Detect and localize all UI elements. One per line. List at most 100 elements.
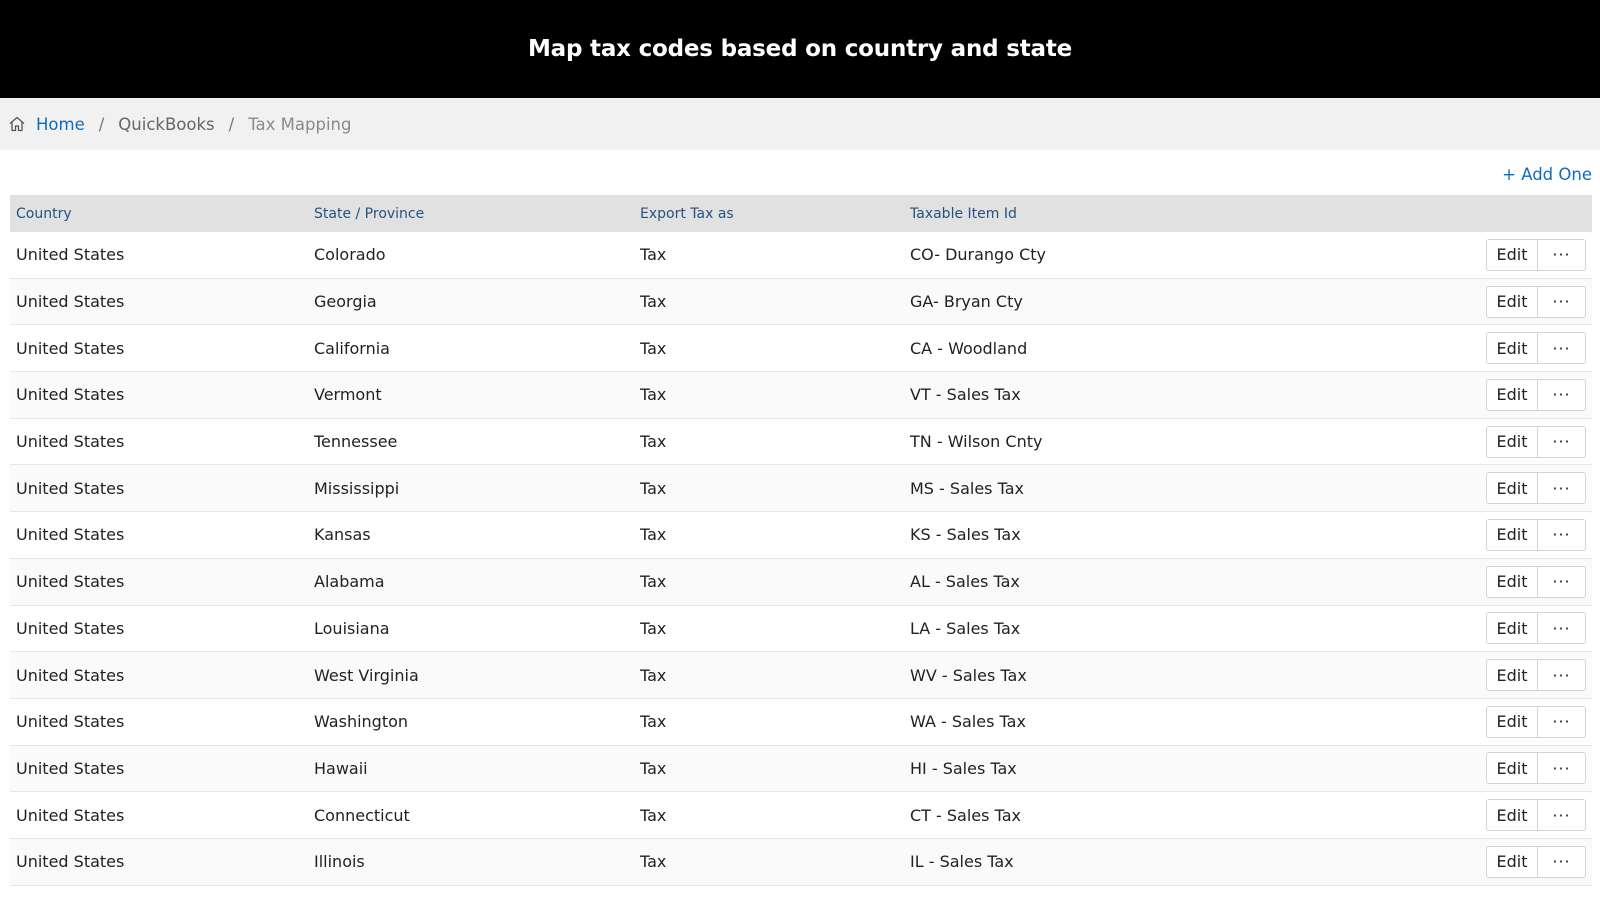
- cell-country: United States: [16, 758, 125, 778]
- edit-button[interactable]: Edit: [1486, 425, 1538, 458]
- ellipsis-icon: ···: [1552, 572, 1571, 592]
- cell-taxable-item-id: GA- Bryan Cty: [910, 292, 1023, 312]
- row-actions: Edit ···: [1486, 659, 1586, 692]
- more-options-button[interactable]: ···: [1538, 565, 1586, 598]
- ellipsis-icon: ···: [1552, 712, 1571, 732]
- home-icon[interactable]: [7, 114, 27, 134]
- table-row: United States Georgia Tax GA- Bryan Cty Edit…: [10, 278, 1592, 326]
- ellipsis-icon: ···: [1552, 618, 1571, 638]
- cell-export-tax-as: Tax: [640, 712, 667, 732]
- row-actions: Edit ···: [1486, 799, 1586, 832]
- cell-taxable-item-id: LA - Sales Tax: [910, 618, 1021, 638]
- edit-button[interactable]: Edit: [1486, 845, 1538, 878]
- cell-country: United States: [16, 712, 125, 732]
- table-row: United States Connecticut Tax CT - Sales Ta…: [10, 792, 1592, 839]
- edit-button[interactable]: Edit: [1486, 518, 1538, 551]
- table-row: United States Illinois Tax IL - Sales Tax Ed…: [10, 838, 1592, 886]
- cell-country: United States: [16, 245, 125, 265]
- row-actions: Edit ···: [1486, 472, 1586, 505]
- row-actions: Edit ···: [1486, 612, 1586, 645]
- table-row: United States Hawaii Tax HI - Sales Tax Edit…: [10, 745, 1592, 793]
- breadcrumb-home-link[interactable]: Home: [36, 115, 85, 134]
- cell-taxable-item-id: VT - Sales Tax: [910, 385, 1021, 405]
- edit-button[interactable]: Edit: [1486, 565, 1538, 598]
- edit-button[interactable]: Edit: [1486, 378, 1538, 411]
- breadcrumb: Home / QuickBooks / Tax Mapping: [0, 98, 1600, 150]
- cell-export-tax-as: Tax: [640, 385, 667, 405]
- cell-taxable-item-id: CT - Sales Tax: [910, 805, 1021, 825]
- more-options-button[interactable]: ···: [1538, 845, 1586, 878]
- cell-export-tax-as: Tax: [640, 618, 667, 638]
- more-options-button[interactable]: ···: [1538, 378, 1586, 411]
- table-header: Country State / Province Export Tax as T…: [10, 195, 1592, 232]
- add-one-button[interactable]: + Add One: [1502, 165, 1592, 184]
- column-header-export-tax-as[interactable]: Export Tax as: [640, 206, 734, 222]
- tax-mapping-table: Country State / Province Export Tax as T…: [10, 195, 1592, 886]
- ellipsis-icon: ···: [1552, 338, 1571, 358]
- table-row: United States Colorado Tax CO- Durango Cty E…: [10, 232, 1592, 279]
- cell-export-tax-as: Tax: [640, 292, 667, 312]
- edit-button[interactable]: Edit: [1486, 659, 1538, 692]
- edit-button[interactable]: Edit: [1486, 472, 1538, 505]
- more-options-button[interactable]: ···: [1538, 705, 1586, 738]
- edit-button[interactable]: Edit: [1486, 612, 1538, 645]
- ellipsis-icon: ···: [1552, 292, 1571, 312]
- cell-state: Louisiana: [314, 618, 390, 638]
- column-header-state[interactable]: State / Province: [314, 206, 424, 222]
- table-row: United States Vermont Tax VT - Sales Tax Edi…: [10, 372, 1592, 419]
- row-actions: Edit ···: [1486, 425, 1586, 458]
- cell-country: United States: [16, 525, 125, 545]
- cell-export-tax-as: Tax: [640, 852, 667, 872]
- cell-taxable-item-id: KS - Sales Tax: [910, 525, 1021, 545]
- ellipsis-icon: ···: [1552, 385, 1571, 405]
- cell-country: United States: [16, 478, 125, 498]
- table-row: United States California Tax CA - Woodland E…: [10, 325, 1592, 373]
- edit-button[interactable]: Edit: [1486, 705, 1538, 738]
- cell-country: United States: [16, 432, 125, 452]
- edit-button[interactable]: Edit: [1486, 752, 1538, 785]
- row-actions: Edit ···: [1486, 565, 1586, 598]
- ellipsis-icon: ···: [1552, 852, 1571, 872]
- cell-country: United States: [16, 665, 125, 685]
- more-options-button[interactable]: ···: [1538, 285, 1586, 318]
- page-header: Map tax codes based on country and state: [0, 0, 1600, 98]
- cell-taxable-item-id: IL - Sales Tax: [910, 852, 1014, 872]
- table-body: United States Colorado Tax CO- Durango Cty E…: [10, 232, 1592, 886]
- edit-button[interactable]: Edit: [1486, 332, 1538, 365]
- table-row: United States Alabama Tax AL - Sales Tax Edi…: [10, 558, 1592, 606]
- cell-taxable-item-id: MS - Sales Tax: [910, 478, 1024, 498]
- more-options-button[interactable]: ···: [1538, 799, 1586, 832]
- cell-state: Illinois: [314, 852, 365, 872]
- cell-country: United States: [16, 852, 125, 872]
- breadcrumb-item-quickbooks[interactable]: QuickBooks: [118, 115, 214, 134]
- breadcrumb-item-tax-mapping: Tax Mapping: [248, 114, 352, 134]
- table-row: United States Mississippi Tax MS - Sales Ta…: [10, 465, 1592, 513]
- row-actions: Edit ···: [1486, 752, 1586, 785]
- edit-button[interactable]: Edit: [1486, 799, 1538, 832]
- edit-button[interactable]: Edit: [1486, 285, 1538, 318]
- cell-state: Georgia: [314, 292, 377, 312]
- ellipsis-icon: ···: [1552, 478, 1571, 498]
- more-options-button[interactable]: ···: [1538, 332, 1586, 365]
- more-options-button[interactable]: ···: [1538, 612, 1586, 645]
- edit-button[interactable]: Edit: [1486, 238, 1538, 271]
- cell-state: Vermont: [314, 385, 382, 405]
- more-options-button[interactable]: ···: [1538, 659, 1586, 692]
- cell-state: Tennessee: [314, 432, 398, 452]
- more-options-button[interactable]: ···: [1538, 425, 1586, 458]
- more-options-button[interactable]: ···: [1538, 518, 1586, 551]
- more-options-button[interactable]: ···: [1538, 238, 1586, 271]
- more-options-button[interactable]: ···: [1538, 752, 1586, 785]
- cell-country: United States: [16, 572, 125, 592]
- cell-state: Hawaii: [314, 758, 368, 778]
- cell-country: United States: [16, 338, 125, 358]
- cell-state: Alabama: [314, 572, 385, 592]
- table-row: United States Washington Tax WA - Sales Tax…: [10, 698, 1592, 746]
- more-options-button[interactable]: ···: [1538, 472, 1586, 505]
- cell-taxable-item-id: CO- Durango Cty: [910, 245, 1046, 265]
- column-header-country[interactable]: Country: [16, 206, 72, 222]
- cell-export-tax-as: Tax: [640, 478, 667, 498]
- column-header-taxable-item-id[interactable]: Taxable Item Id: [910, 206, 1017, 222]
- row-actions: Edit ···: [1486, 845, 1586, 878]
- cell-export-tax-as: Tax: [640, 805, 667, 825]
